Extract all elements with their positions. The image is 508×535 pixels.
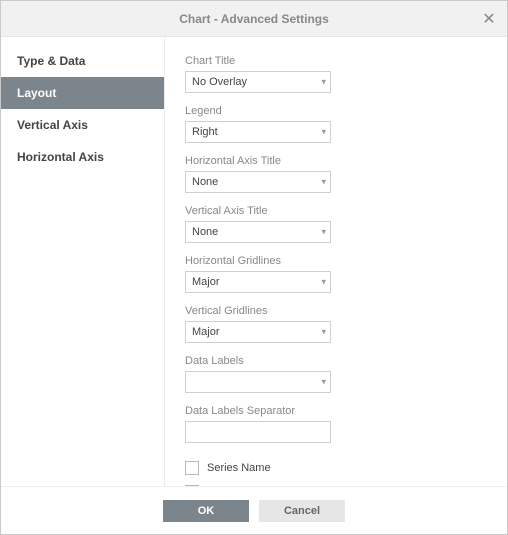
tab-horizontal-axis[interactable]: Horizontal Axis <box>1 141 164 173</box>
chart-advanced-settings-dialog: Chart - Advanced Settings ✕ Type & Data … <box>0 0 508 535</box>
close-icon: ✕ <box>482 9 495 29</box>
label-h-gridlines: Horizontal Gridlines <box>185 255 331 267</box>
check-series-name[interactable] <box>185 461 199 475</box>
layout-panel: Chart Title No Overlay ▾ Legend Right ▾ … <box>165 37 507 486</box>
chevron-down-icon: ▾ <box>321 127 326 138</box>
chevron-down-icon: ▾ <box>321 377 326 388</box>
field-data-labels-separator: Data Labels Separator <box>185 405 331 443</box>
label-data-labels: Data Labels <box>185 355 331 367</box>
combo-v-axis-title[interactable]: None ▾ <box>185 221 331 243</box>
check-series-name-label: Series Name <box>207 462 271 474</box>
chevron-down-icon: ▾ <box>321 277 326 288</box>
tab-layout[interactable]: Layout <box>1 77 164 109</box>
field-h-gridlines: Horizontal Gridlines Major ▾ <box>185 255 331 293</box>
label-v-gridlines: Vertical Gridlines <box>185 305 331 317</box>
tab-type-and-data[interactable]: Type & Data <box>1 45 164 77</box>
label-v-axis-title: Vertical Axis Title <box>185 205 331 217</box>
combo-h-gridlines-value: Major <box>192 276 220 288</box>
label-h-axis-title: Horizontal Axis Title <box>185 155 331 167</box>
combo-data-labels[interactable]: ▾ <box>185 371 331 393</box>
combo-v-gridlines[interactable]: Major ▾ <box>185 321 331 343</box>
combo-h-axis-title-value: None <box>192 176 218 188</box>
dialog-titlebar: Chart - Advanced Settings ✕ <box>1 1 507 37</box>
check-series-name-row: Series Name <box>185 461 331 475</box>
field-v-gridlines: Vertical Gridlines Major ▾ <box>185 305 331 343</box>
combo-legend[interactable]: Right ▾ <box>185 121 331 143</box>
field-v-axis-title: Vertical Axis Title None ▾ <box>185 205 331 243</box>
tab-vertical-axis[interactable]: Vertical Axis <box>1 109 164 141</box>
left-column-labels: Data Labels ▾ Data Labels Separator <box>185 355 331 443</box>
field-legend: Legend Right ▾ <box>185 105 331 143</box>
field-data-labels: Data Labels ▾ <box>185 355 331 393</box>
combo-chart-title[interactable]: No Overlay ▾ <box>185 71 331 93</box>
chevron-down-icon: ▾ <box>321 77 326 88</box>
combo-chart-title-value: No Overlay <box>192 76 247 88</box>
combo-v-gridlines-value: Major <box>192 326 220 338</box>
close-button[interactable]: ✕ <box>479 9 499 29</box>
combo-v-axis-title-value: None <box>192 226 218 238</box>
field-h-axis-title: Horizontal Axis Title None ▾ <box>185 155 331 193</box>
ok-button[interactable]: OK <box>163 500 249 522</box>
data-labels-checks: Series Name Category Name Value <box>185 443 331 486</box>
input-data-labels-separator[interactable] <box>185 421 331 443</box>
chevron-down-icon: ▾ <box>321 177 326 188</box>
field-chart-title: Chart Title No Overlay ▾ <box>185 55 331 93</box>
chevron-down-icon: ▾ <box>321 227 326 238</box>
label-chart-title: Chart Title <box>185 55 331 67</box>
dialog-footer: OK Cancel <box>1 486 507 534</box>
cancel-button[interactable]: Cancel <box>259 500 345 522</box>
combo-h-axis-title[interactable]: None ▾ <box>185 171 331 193</box>
chevron-down-icon: ▾ <box>321 327 326 338</box>
combo-h-gridlines[interactable]: Major ▾ <box>185 271 331 293</box>
label-data-labels-separator: Data Labels Separator <box>185 405 331 417</box>
label-legend: Legend <box>185 105 331 117</box>
sidebar: Type & Data Layout Vertical Axis Horizon… <box>1 37 165 486</box>
dialog-title: Chart - Advanced Settings <box>179 12 329 26</box>
combo-legend-value: Right <box>192 126 218 138</box>
dialog-body: Type & Data Layout Vertical Axis Horizon… <box>1 37 507 486</box>
